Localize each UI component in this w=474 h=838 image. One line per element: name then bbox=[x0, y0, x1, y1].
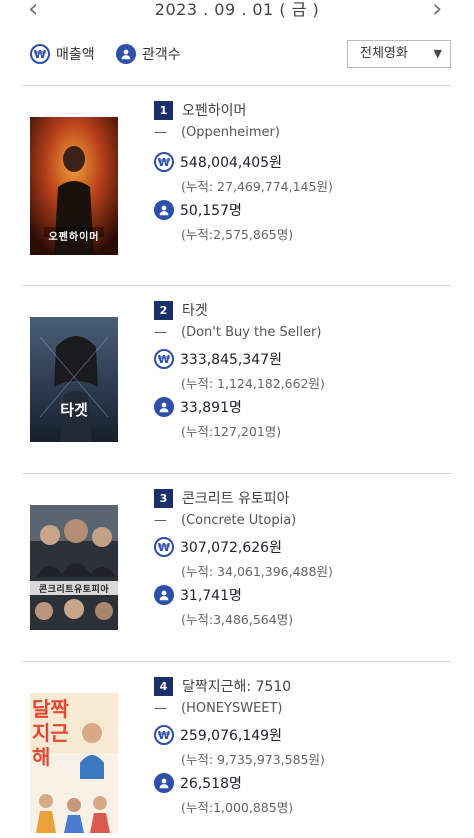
audience-filter-option[interactable]: 관객수 bbox=[116, 44, 181, 64]
rank-badge: 1 bbox=[154, 100, 173, 120]
daily-sales-row: ₩ 307,072,626원 bbox=[154, 537, 282, 557]
daily-sales-value: 333,845,347원 bbox=[180, 352, 282, 368]
daily-sales-row: ₩ 259,076,149원 bbox=[154, 725, 282, 745]
cumulative-audience: (누적:127,201명) bbox=[181, 424, 282, 439]
rank-line: 1 오펜하이머 bbox=[154, 100, 246, 120]
rank-line: 4 달짝지근해: 7510 bbox=[154, 676, 291, 696]
movie-list-item[interactable]: 타겟 2 타겟 — (Don't Buy the Seller) ₩ 333,84… bbox=[22, 285, 451, 473]
dash-separator: — bbox=[154, 701, 167, 716]
rank-badge: 3 bbox=[154, 488, 173, 508]
daily-audience-value: 50,157명 bbox=[180, 203, 242, 219]
daily-sales-value: 548,004,405원 bbox=[180, 155, 282, 171]
movie-poster[interactable]: 오펜하이머 bbox=[30, 117, 118, 255]
daily-audience-row: 33,891명 bbox=[154, 397, 242, 417]
movie-type-select[interactable]: 전체영화 ▼ bbox=[347, 40, 451, 68]
daily-audience-row: 31,741명 bbox=[154, 585, 242, 605]
original-title-line: — (Don't Buy the Seller) bbox=[154, 325, 321, 340]
cumulative-audience: (누적:2,575,865명) bbox=[181, 227, 294, 242]
audience-filter-label: 관객수 bbox=[142, 47, 181, 63]
rank-line: 3 콘크리트 유토피아 bbox=[154, 488, 290, 508]
person-icon bbox=[116, 44, 136, 64]
poster-title-text: 타겟 bbox=[60, 401, 88, 419]
movie-type-select-value: 전체영화 bbox=[360, 46, 408, 61]
daily-sales-value: 307,072,626원 bbox=[180, 540, 282, 556]
daily-sales-row: ₩ 333,845,347원 bbox=[154, 349, 282, 369]
won-icon: ₩ bbox=[154, 152, 174, 172]
daily-audience-row: 26,518명 bbox=[154, 773, 242, 793]
dash-separator: — bbox=[154, 325, 167, 340]
sales-filter-label: 매출액 bbox=[56, 47, 95, 63]
poster-title-text: 달짝지근해 bbox=[32, 697, 69, 769]
rank-badge: 2 bbox=[154, 300, 173, 320]
daily-audience-value: 26,518명 bbox=[180, 776, 242, 792]
movie-title[interactable]: 오펜하이머 bbox=[182, 100, 246, 120]
cumulative-sales: (누적: 1,124,182,662원) bbox=[181, 376, 325, 391]
person-icon bbox=[154, 397, 174, 417]
poster-title-text: 오펜하이머 bbox=[48, 232, 100, 243]
rank-line: 2 타겟 bbox=[154, 300, 208, 320]
daily-sales-row: ₩ 548,004,405원 bbox=[154, 152, 282, 172]
date-label: 2023 . 09 . 01 ( 금 ) bbox=[154, 0, 320, 19]
person-icon bbox=[154, 773, 174, 793]
movie-poster[interactable]: 콘크리트유토피아 bbox=[30, 505, 118, 630]
cumulative-sales: (누적: 27,469,774,145원) bbox=[181, 179, 333, 194]
original-title-line: — (Concrete Utopia) bbox=[154, 513, 296, 528]
cumulative-audience: (누적:1,000,885명) bbox=[181, 800, 294, 815]
won-icon: ₩ bbox=[30, 44, 50, 64]
movie-title[interactable]: 콘크리트 유토피아 bbox=[182, 488, 290, 508]
sales-filter-option[interactable]: ₩ 매출액 bbox=[30, 44, 95, 64]
poster-title-text: 콘크리트유토피아 bbox=[38, 585, 110, 595]
cumulative-sales: (누적: 9,735,973,585원) bbox=[181, 752, 325, 767]
chevron-down-icon: ▼ bbox=[433, 47, 442, 60]
original-title-line: — (Oppenheimer) bbox=[154, 125, 280, 140]
original-title: (Don't Buy the Seller) bbox=[181, 325, 322, 340]
movie-list-item[interactable]: 콘크리트유토피아 3 콘크리트 유토피아 — (Concrete Utopia) … bbox=[22, 473, 451, 661]
original-title-line: — (HONEYSWEET) bbox=[154, 701, 283, 716]
movie-list-item[interactable]: 오펜하이머 1 오펜하이머 — (Oppenheimer) ₩ 548,004,4… bbox=[22, 85, 451, 285]
movie-title[interactable]: 타겟 bbox=[182, 300, 208, 320]
movie-list-item[interactable]: 달짝지근해 4 달짝지근해: 7510 — (HONEYSWEET) ₩ 259,… bbox=[22, 661, 451, 838]
daily-audience-value: 31,741명 bbox=[180, 588, 242, 604]
cumulative-sales: (누적: 34,061,396,488원) bbox=[181, 564, 333, 579]
won-icon: ₩ bbox=[154, 349, 174, 369]
daily-audience-value: 33,891명 bbox=[180, 400, 242, 416]
original-title: (Concrete Utopia) bbox=[181, 513, 297, 528]
dash-separator: — bbox=[154, 513, 167, 528]
dash-separator: — bbox=[154, 125, 167, 140]
movie-poster[interactable]: 달짝지근해 bbox=[30, 693, 118, 833]
movie-poster[interactable]: 타겟 bbox=[30, 317, 118, 455]
cumulative-audience: (누적:3,486,564명) bbox=[181, 612, 294, 627]
movie-title[interactable]: 달짝지근해: 7510 bbox=[182, 676, 291, 696]
rank-badge: 4 bbox=[154, 676, 173, 696]
won-icon: ₩ bbox=[154, 725, 174, 745]
person-icon bbox=[154, 585, 174, 605]
original-title: (HONEYSWEET) bbox=[181, 701, 283, 716]
next-date-chevron-icon[interactable]: › bbox=[432, 0, 442, 22]
date-navigation: ‹ 2023 . 09 . 01 ( 금 ) › bbox=[0, 0, 474, 26]
filter-bar: ₩ 매출액 관객수 전체영화 ▼ bbox=[0, 40, 474, 72]
daily-audience-row: 50,157명 bbox=[154, 200, 242, 220]
won-icon: ₩ bbox=[154, 537, 174, 557]
daily-sales-value: 259,076,149원 bbox=[180, 728, 282, 744]
person-icon bbox=[154, 200, 174, 220]
original-title: (Oppenheimer) bbox=[181, 125, 280, 140]
